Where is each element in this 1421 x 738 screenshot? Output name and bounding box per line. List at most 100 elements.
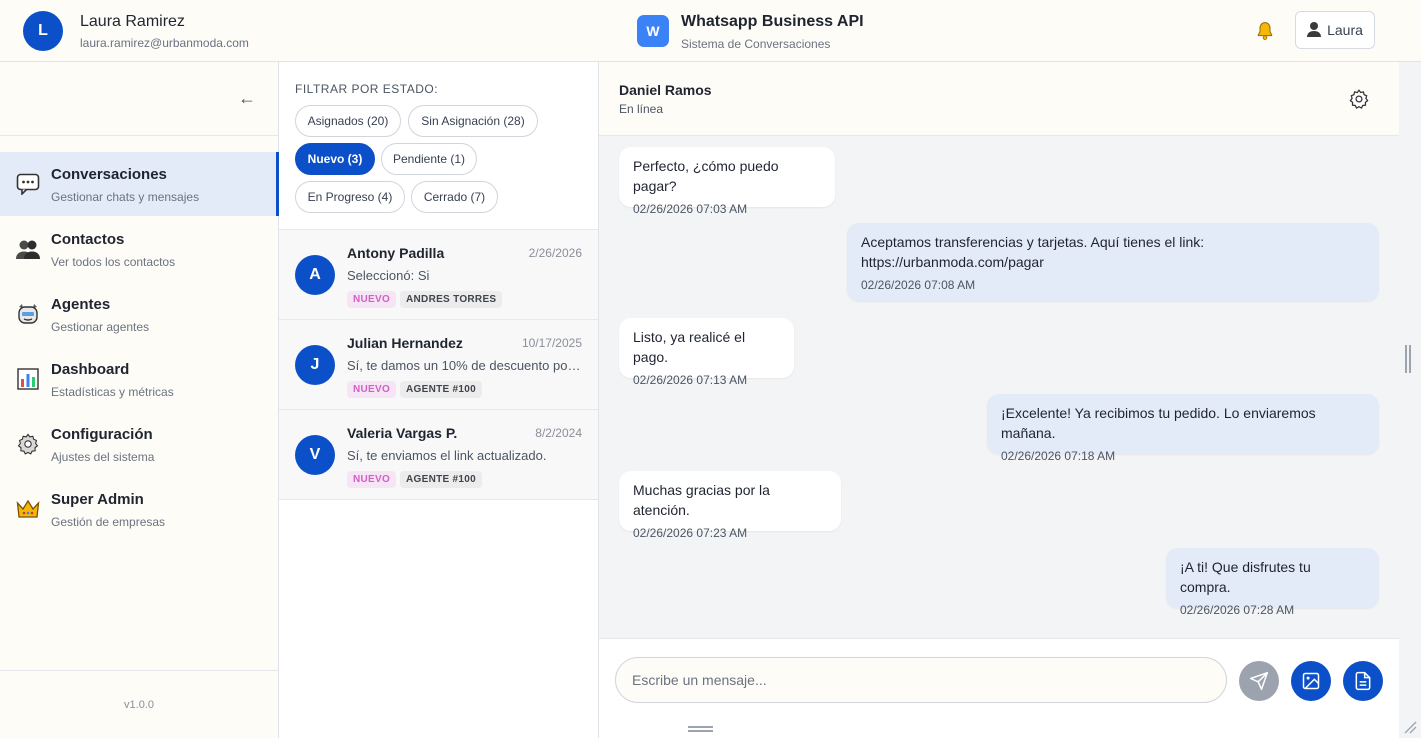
- sidebar: ← Conversaciones Gestionar chats y mensa…: [0, 62, 279, 738]
- message-bubble-incoming: Listo, ya realicé el pago. 02/26/2026 07…: [619, 318, 794, 387]
- filter-chip-en-progreso[interactable]: En Progreso (4): [295, 181, 405, 213]
- message-bubble-outgoing: ¡Excelente! Ya recibimos tu pedido. Lo e…: [987, 394, 1379, 463]
- resize-handle[interactable]: [688, 726, 713, 732]
- conversation-preview: Sí, te damos un 10% de descuento por ...: [347, 358, 583, 373]
- profile-label: Laura: [1327, 22, 1363, 38]
- bell-icon[interactable]: [1254, 20, 1276, 42]
- avatar: J: [295, 345, 335, 385]
- nav-subtitle: Ver todos los contactos: [51, 255, 176, 269]
- message-list[interactable]: Perfecto, ¿cómo puedo pagar? 02/26/2026 …: [599, 136, 1399, 638]
- nav-title: Super Admin: [51, 491, 144, 508]
- filter-chip-cerrado[interactable]: Cerrado (7): [411, 181, 498, 213]
- contact-name: Daniel Ramos: [619, 82, 712, 98]
- agent-badge: ANDRES TORRES: [400, 291, 503, 308]
- conversation-name: Antony Padilla: [347, 245, 445, 261]
- message-input[interactable]: [615, 657, 1227, 703]
- filter-chip-nuevo[interactable]: Nuevo (3): [295, 143, 375, 175]
- message-bubble-outgoing: Aceptamos transferencias y tarjetas. Aqu…: [847, 223, 1379, 301]
- nav-title: Contactos: [51, 231, 125, 248]
- conversation-preview: Seleccionó: Si: [347, 268, 430, 283]
- message-text: ¡Excelente! Ya recibimos tu pedido. Lo e…: [1001, 405, 1316, 441]
- app-version: v1.0.0: [0, 670, 278, 738]
- robot-icon: [16, 302, 40, 326]
- status-badge: NUEVO: [347, 381, 397, 398]
- nav-title: Conversaciones: [51, 166, 167, 183]
- sidebar-collapse-row: ←: [0, 62, 278, 136]
- message-text: Muchas gracias por la atención.: [633, 482, 770, 518]
- conversation-item[interactable]: A Antony Padilla 2/26/2026 Seleccionó: S…: [279, 230, 598, 320]
- conversation-name: Valeria Vargas P.: [347, 425, 458, 441]
- person-icon: [1307, 21, 1322, 40]
- conversation-list-panel: FILTRAR POR ESTADO: Asignados (20) Sin A…: [279, 62, 599, 738]
- send-icon: [1249, 671, 1269, 691]
- message-composer: [599, 638, 1399, 738]
- contact-status: En línea: [619, 102, 664, 116]
- chat-header: Daniel Ramos En línea: [599, 62, 1399, 136]
- status-badge: NUEVO: [347, 291, 397, 308]
- message-time: 02/26/2026 07:08 AM: [861, 278, 976, 292]
- brand-title: Whatsapp Business API: [681, 13, 864, 30]
- sidebar-item-conversaciones[interactable]: Conversaciones Gestionar chats y mensaje…: [0, 152, 279, 216]
- conversation-date: 8/2/2024: [535, 426, 582, 440]
- message-time: 02/26/2026 07:28 AM: [1180, 603, 1295, 617]
- send-button[interactable]: [1239, 661, 1279, 701]
- arrow-left-icon[interactable]: ←: [238, 88, 256, 109]
- message-bubble-incoming: Perfecto, ¿cómo puedo pagar? 02/26/2026 …: [619, 147, 835, 216]
- conversation-item[interactable]: V Valeria Vargas P. 8/2/2024 Sí, te envi…: [279, 410, 598, 500]
- nav-subtitle: Gestionar agentes: [51, 320, 150, 334]
- conversation-date: 2/26/2026: [528, 246, 582, 260]
- nav-subtitle: Estadísticas y métricas: [51, 385, 174, 399]
- agent-badge: AGENTE #100: [400, 381, 482, 398]
- message-text: Listo, ya realicé el pago.: [633, 329, 746, 365]
- brand-subtitle: Sistema de Conversaciones: [681, 37, 831, 51]
- message-time: 02/26/2026 07:18 AM: [1001, 449, 1116, 463]
- conversation-name: Julian Hernandez: [347, 335, 463, 351]
- people-icon: [16, 237, 40, 261]
- sidebar-item-superadmin[interactable]: Super Admin Gestión de empresas: [0, 477, 278, 541]
- brand-logo: W: [637, 15, 669, 47]
- resize-corner-icon[interactable]: [1403, 720, 1417, 734]
- user-avatar[interactable]: L: [23, 11, 63, 51]
- nav-title: Dashboard: [51, 361, 130, 378]
- nav-subtitle: Gestionar chats y mensajes: [51, 190, 200, 204]
- status-badge: NUEVO: [347, 471, 397, 488]
- filter-chip-sin-asignacion[interactable]: Sin Asignación (28): [408, 105, 538, 137]
- avatar: A: [295, 255, 335, 295]
- message-link[interactable]: https://urbanmoda.com/pagar: [861, 252, 1365, 272]
- message-time: 02/26/2026 07:13 AM: [633, 373, 748, 387]
- user-email: laura.ramirez@urbanmoda.com: [80, 36, 249, 50]
- message-time: 02/26/2026 07:23 AM: [633, 526, 748, 540]
- document-icon: [1355, 671, 1371, 691]
- nav-subtitle: Ajustes del sistema: [51, 450, 155, 464]
- image-icon: [1302, 672, 1320, 690]
- agent-badge: AGENTE #100: [400, 471, 482, 488]
- message-bubble-incoming: Muchas gracias por la atención. 02/26/20…: [619, 471, 841, 540]
- attach-image-button[interactable]: [1291, 661, 1331, 701]
- conversation-preview: Sí, te enviamos el link actualizado.: [347, 448, 547, 463]
- gear-icon[interactable]: [1349, 89, 1369, 109]
- conversation-item[interactable]: J Julian Hernandez 10/17/2025 Sí, te dam…: [279, 320, 598, 410]
- gear-icon: [16, 432, 40, 456]
- filter-chip-pendiente[interactable]: Pendiente (1): [381, 143, 477, 175]
- chat-panel: Daniel Ramos En línea Perfecto, ¿cómo pu…: [599, 62, 1421, 738]
- attach-document-button[interactable]: [1343, 661, 1383, 701]
- sidebar-item-contactos[interactable]: Contactos Ver todos los contactos: [0, 217, 278, 281]
- sidebar-item-agentes[interactable]: Agentes Gestionar agentes: [0, 282, 278, 346]
- nav-subtitle: Gestión de empresas: [51, 515, 166, 529]
- message-text: Perfecto, ¿cómo puedo pagar?: [633, 158, 779, 194]
- nav-title: Configuración: [51, 426, 153, 443]
- scrollbar-handle[interactable]: [1405, 345, 1411, 373]
- filter-chip-asignados[interactable]: Asignados (20): [295, 105, 401, 137]
- crown-icon: [16, 497, 40, 521]
- sidebar-item-dashboard[interactable]: Dashboard Estadísticas y métricas: [0, 347, 278, 411]
- profile-button[interactable]: Laura: [1295, 11, 1375, 49]
- avatar: V: [295, 435, 335, 475]
- message-text: Aceptamos transferencias y tarjetas. Aqu…: [861, 234, 1205, 250]
- conversation-date: 10/17/2025: [521, 336, 582, 350]
- message-time: 02/26/2026 07:03 AM: [633, 202, 748, 216]
- user-name: Laura Ramirez: [80, 13, 185, 30]
- message-text: ¡A ti! Que disfrutes tu compra.: [1180, 559, 1311, 595]
- sidebar-item-configuracion[interactable]: Configuración Ajustes del sistema: [0, 412, 278, 476]
- filter-label: FILTRAR POR ESTADO:: [295, 82, 439, 96]
- bar-chart-icon: [16, 367, 40, 391]
